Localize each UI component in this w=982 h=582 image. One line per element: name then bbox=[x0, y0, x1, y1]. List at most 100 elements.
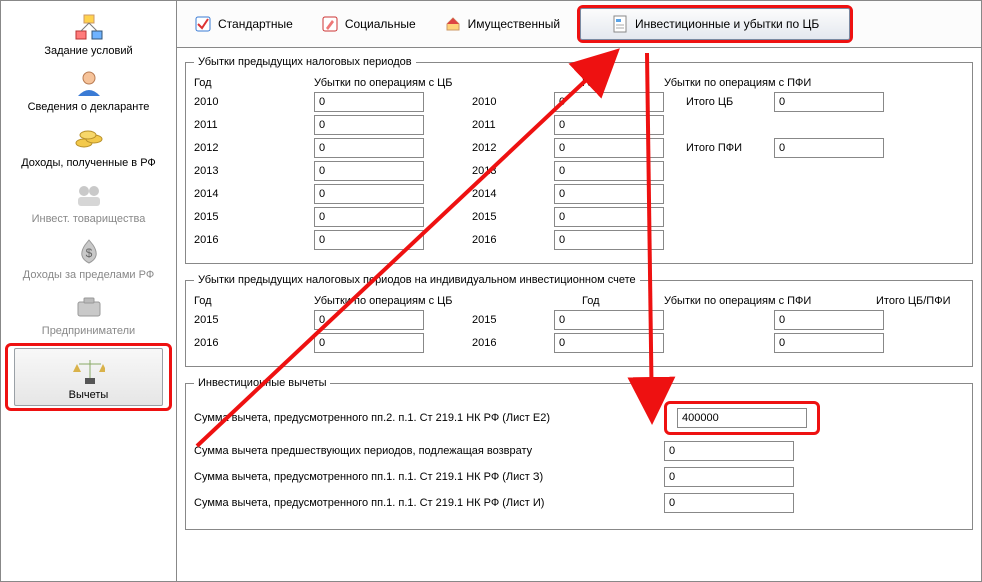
money-bag-icon: $ bbox=[73, 235, 105, 267]
year-cell: 2015 bbox=[194, 211, 314, 223]
deduction-input[interactable] bbox=[677, 408, 807, 428]
deduction-label: Сумма вычета, предусмотренного пп.1. п.1… bbox=[194, 497, 664, 509]
deduction-input-wrap bbox=[664, 401, 820, 435]
total-label: Итого ЦБ bbox=[674, 96, 774, 108]
header-pfi: Убытки по операциям с ПФИ bbox=[664, 77, 864, 89]
scales-icon bbox=[73, 355, 105, 387]
tab-social[interactable]: Социальные bbox=[310, 10, 427, 38]
pfi-loss-input[interactable] bbox=[554, 184, 664, 204]
total-label: Итого ПФИ bbox=[674, 142, 774, 154]
year-cell: 2016 bbox=[194, 234, 314, 246]
year-cell: 2014 bbox=[194, 188, 314, 200]
year-cell: 2010 bbox=[194, 96, 314, 108]
year-cell: 2012 bbox=[464, 142, 554, 154]
pfi-loss-input[interactable] bbox=[554, 92, 664, 112]
tab-investment[interactable]: Инвестиционные и убытки по ЦБ bbox=[580, 8, 850, 40]
group-title: Убытки предыдущих налоговых периодов на … bbox=[194, 274, 640, 286]
sidebar-item-partnerships[interactable]: Инвест. товарищества bbox=[1, 173, 176, 229]
header-cb: Убытки по операциям с ЦБ bbox=[314, 295, 574, 307]
deduction-row: Сумма вычета, предусмотренного пп.2. п.1… bbox=[194, 401, 964, 435]
cb-loss-input[interactable] bbox=[314, 184, 424, 204]
group-prior-losses: Убытки предыдущих налоговых периодов Год… bbox=[185, 56, 973, 264]
table-row: 20112011 bbox=[194, 115, 964, 135]
deduction-row: Сумма вычета предшествующих периодов, по… bbox=[194, 441, 964, 461]
cb-loss-input[interactable] bbox=[314, 207, 424, 227]
sidebar-item-label: Доходы, полученные в РФ bbox=[21, 157, 156, 169]
pfi-loss-input[interactable] bbox=[554, 207, 664, 227]
group-title: Убытки предыдущих налоговых периодов bbox=[194, 56, 416, 68]
pfi-loss-input[interactable] bbox=[554, 115, 664, 135]
table-row: 2014 2014 bbox=[194, 184, 964, 204]
pfi-loss-input[interactable] bbox=[554, 161, 664, 181]
sidebar-item-label: Доходы за пределами РФ bbox=[23, 269, 154, 281]
pfi-loss-input[interactable] bbox=[554, 310, 664, 330]
house-icon bbox=[444, 15, 462, 33]
table-row: 2010 2010 Итого ЦБ bbox=[194, 92, 964, 112]
group-title: Инвестиционные вычеты bbox=[194, 377, 330, 389]
sidebar-item-label: Задание условий bbox=[44, 45, 132, 57]
year-cell: 2010 bbox=[464, 96, 554, 108]
table-row: 20152015 bbox=[194, 310, 964, 330]
year-cell: 2014 bbox=[464, 188, 554, 200]
total-input[interactable] bbox=[774, 310, 884, 330]
sidebar-item-declarant[interactable]: Сведения о декларанте bbox=[1, 61, 176, 117]
table-row: 20132013 bbox=[194, 161, 964, 181]
table-row: 2012 2012 Итого ПФИ bbox=[194, 138, 964, 158]
cb-loss-input[interactable] bbox=[314, 92, 424, 112]
group-investment-deductions: Инвестиционные вычеты Сумма вычета, пред… bbox=[185, 377, 973, 530]
header-year: Год bbox=[194, 77, 314, 89]
person-icon bbox=[73, 67, 105, 99]
table-row: 20162016 bbox=[194, 333, 964, 353]
pfi-loss-input[interactable] bbox=[554, 230, 664, 250]
total-input[interactable] bbox=[774, 333, 884, 353]
year-cell: 2015 bbox=[464, 211, 554, 223]
year-cell: 2013 bbox=[464, 165, 554, 177]
deduction-row: Сумма вычета, предусмотренного пп.1. п.1… bbox=[194, 467, 964, 487]
sidebar-item-conditions[interactable]: Задание условий bbox=[1, 5, 176, 61]
cb-loss-input[interactable] bbox=[314, 115, 424, 135]
year-cell: 2011 bbox=[194, 119, 314, 131]
toolbar: Стандартные Социальные Имущественный Инв… bbox=[177, 1, 981, 48]
input-highlight bbox=[664, 401, 820, 435]
deduction-input[interactable] bbox=[664, 493, 794, 513]
tab-standard[interactable]: Стандартные bbox=[183, 10, 304, 38]
year-cell: 2016 bbox=[194, 337, 314, 349]
deduction-row: Сумма вычета, предусмотренного пп.1. п.1… bbox=[194, 493, 964, 513]
briefcase-icon bbox=[73, 291, 105, 323]
document-icon bbox=[611, 15, 629, 33]
sidebar-item-label: Предприниматели bbox=[42, 325, 135, 337]
sidebar-item-label: Вычеты bbox=[69, 389, 109, 401]
sidebar-item-label: Инвест. товарищества bbox=[32, 213, 146, 225]
sidebar-item-deductions[interactable]: Вычеты bbox=[14, 348, 163, 406]
sidebar-item-income-rf[interactable]: Доходы, полученные в РФ bbox=[1, 117, 176, 173]
cb-loss-input[interactable] bbox=[314, 333, 424, 353]
deduction-label: Сумма вычета предшествующих периодов, по… bbox=[194, 445, 664, 457]
header-total: Итого ЦБ/ПФИ bbox=[864, 295, 964, 307]
pfi-loss-input[interactable] bbox=[554, 333, 664, 353]
pfi-loss-input[interactable] bbox=[554, 138, 664, 158]
header-year: Год bbox=[194, 295, 314, 307]
tab-property[interactable]: Имущественный bbox=[433, 10, 571, 38]
tab-label: Социальные bbox=[345, 17, 416, 31]
cb-loss-input[interactable] bbox=[314, 310, 424, 330]
deduction-input[interactable] bbox=[664, 441, 794, 461]
cb-loss-input[interactable] bbox=[314, 161, 424, 181]
sidebar-item-income-foreign[interactable]: $ Доходы за пределами РФ bbox=[1, 229, 176, 285]
cb-loss-input[interactable] bbox=[314, 138, 424, 158]
year-cell: 2016 bbox=[464, 234, 554, 246]
check-icon bbox=[194, 15, 212, 33]
cb-loss-input[interactable] bbox=[314, 230, 424, 250]
year-cell: 2012 bbox=[194, 142, 314, 154]
sidebar-item-entrepreneurs[interactable]: Предприниматели bbox=[1, 285, 176, 341]
table-row: 2015 2015 bbox=[194, 207, 964, 227]
deduction-input[interactable] bbox=[664, 467, 794, 487]
tab-label: Стандартные bbox=[218, 17, 293, 31]
sidebar: Задание условий Сведения о декларанте До… bbox=[1, 1, 177, 581]
table-row: 2016 2016 bbox=[194, 230, 964, 250]
main-panel: Стандартные Социальные Имущественный Инв… bbox=[177, 1, 981, 581]
header-year2: Год bbox=[574, 295, 664, 307]
total-input[interactable] bbox=[774, 138, 884, 158]
deduction-input-wrap bbox=[664, 493, 794, 513]
total-input[interactable] bbox=[774, 92, 884, 112]
deduction-input-wrap bbox=[664, 441, 794, 461]
